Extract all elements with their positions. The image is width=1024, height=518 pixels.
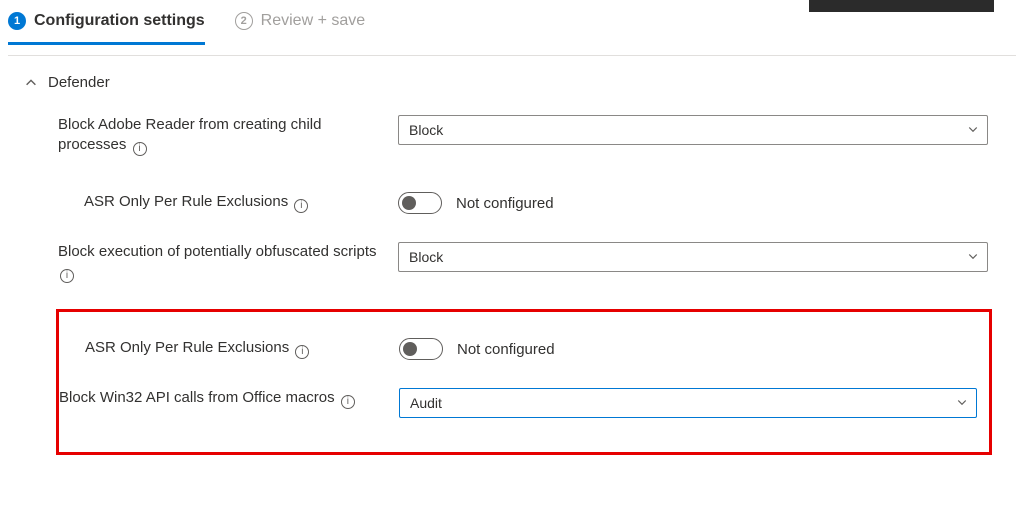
setting-label: ASR Only Per Rule Exclusions i — [85, 338, 399, 358]
select-value: Audit — [410, 395, 442, 411]
setting-row-win32: Block Win32 API calls from Office macros… — [59, 378, 989, 438]
setting-control: Block — [398, 242, 1000, 272]
setting-row-asr-2: ASR Only Per Rule Exclusions i Not confi… — [59, 320, 989, 378]
chevron-down-icon — [967, 122, 979, 138]
setting-label: Block Win32 API calls from Office macros… — [59, 388, 399, 408]
toggle-state-label: Not configured — [456, 195, 554, 212]
info-icon[interactable]: i — [295, 345, 309, 359]
info-icon[interactable]: i — [294, 199, 308, 213]
setting-row-obfuscated: Block execution of potentially obfuscate… — [58, 232, 1000, 301]
select-obfuscated[interactable]: Block — [398, 242, 988, 272]
step-number-badge: 2 — [235, 12, 253, 30]
info-icon[interactable]: i — [341, 395, 355, 409]
setting-label: Block Adobe Reader from creating child p… — [58, 115, 398, 154]
settings-list: Block Adobe Reader from creating child p… — [24, 105, 1000, 455]
setting-label: Block execution of potentially obfuscate… — [58, 242, 398, 281]
group-title: Defender — [48, 74, 110, 91]
step-number-badge: 1 — [8, 12, 26, 30]
toggle-state-label: Not configured — [457, 341, 555, 358]
step-label: Review + save — [261, 12, 366, 30]
chevron-down-icon — [967, 249, 979, 265]
content-area: Defender Block Adobe Reader from creatin… — [0, 56, 1024, 485]
toggle-asr-2[interactable] — [399, 338, 443, 360]
setting-control: Audit — [399, 388, 989, 418]
toggle-knob — [403, 342, 417, 356]
setting-control: Not configured — [398, 192, 1000, 214]
toggle-asr-1[interactable] — [398, 192, 442, 214]
wizard-step-review-save[interactable]: 2 Review + save — [235, 6, 366, 45]
top-banner-fragment — [809, 0, 994, 12]
chevron-down-icon — [956, 395, 968, 411]
setting-control: Not configured — [399, 338, 989, 360]
select-value: Block — [409, 122, 443, 138]
setting-row-adobe: Block Adobe Reader from creating child p… — [58, 105, 1000, 174]
toggle-knob — [402, 196, 416, 210]
setting-label: ASR Only Per Rule Exclusions i — [84, 192, 398, 212]
chevron-up-icon — [24, 76, 38, 90]
setting-control: Block — [398, 115, 1000, 145]
highlight-box: ASR Only Per Rule Exclusions i Not confi… — [56, 309, 992, 455]
wizard-step-configuration-settings[interactable]: 1 Configuration settings — [8, 6, 205, 45]
info-icon[interactable]: i — [133, 142, 147, 156]
step-label: Configuration settings — [34, 12, 205, 30]
select-value: Block — [409, 249, 443, 265]
select-win32[interactable]: Audit — [399, 388, 977, 418]
setting-row-asr-1: ASR Only Per Rule Exclusions i Not confi… — [58, 174, 1000, 232]
group-header-defender[interactable]: Defender — [24, 74, 1000, 105]
select-adobe[interactable]: Block — [398, 115, 988, 145]
info-icon[interactable]: i — [60, 269, 74, 283]
